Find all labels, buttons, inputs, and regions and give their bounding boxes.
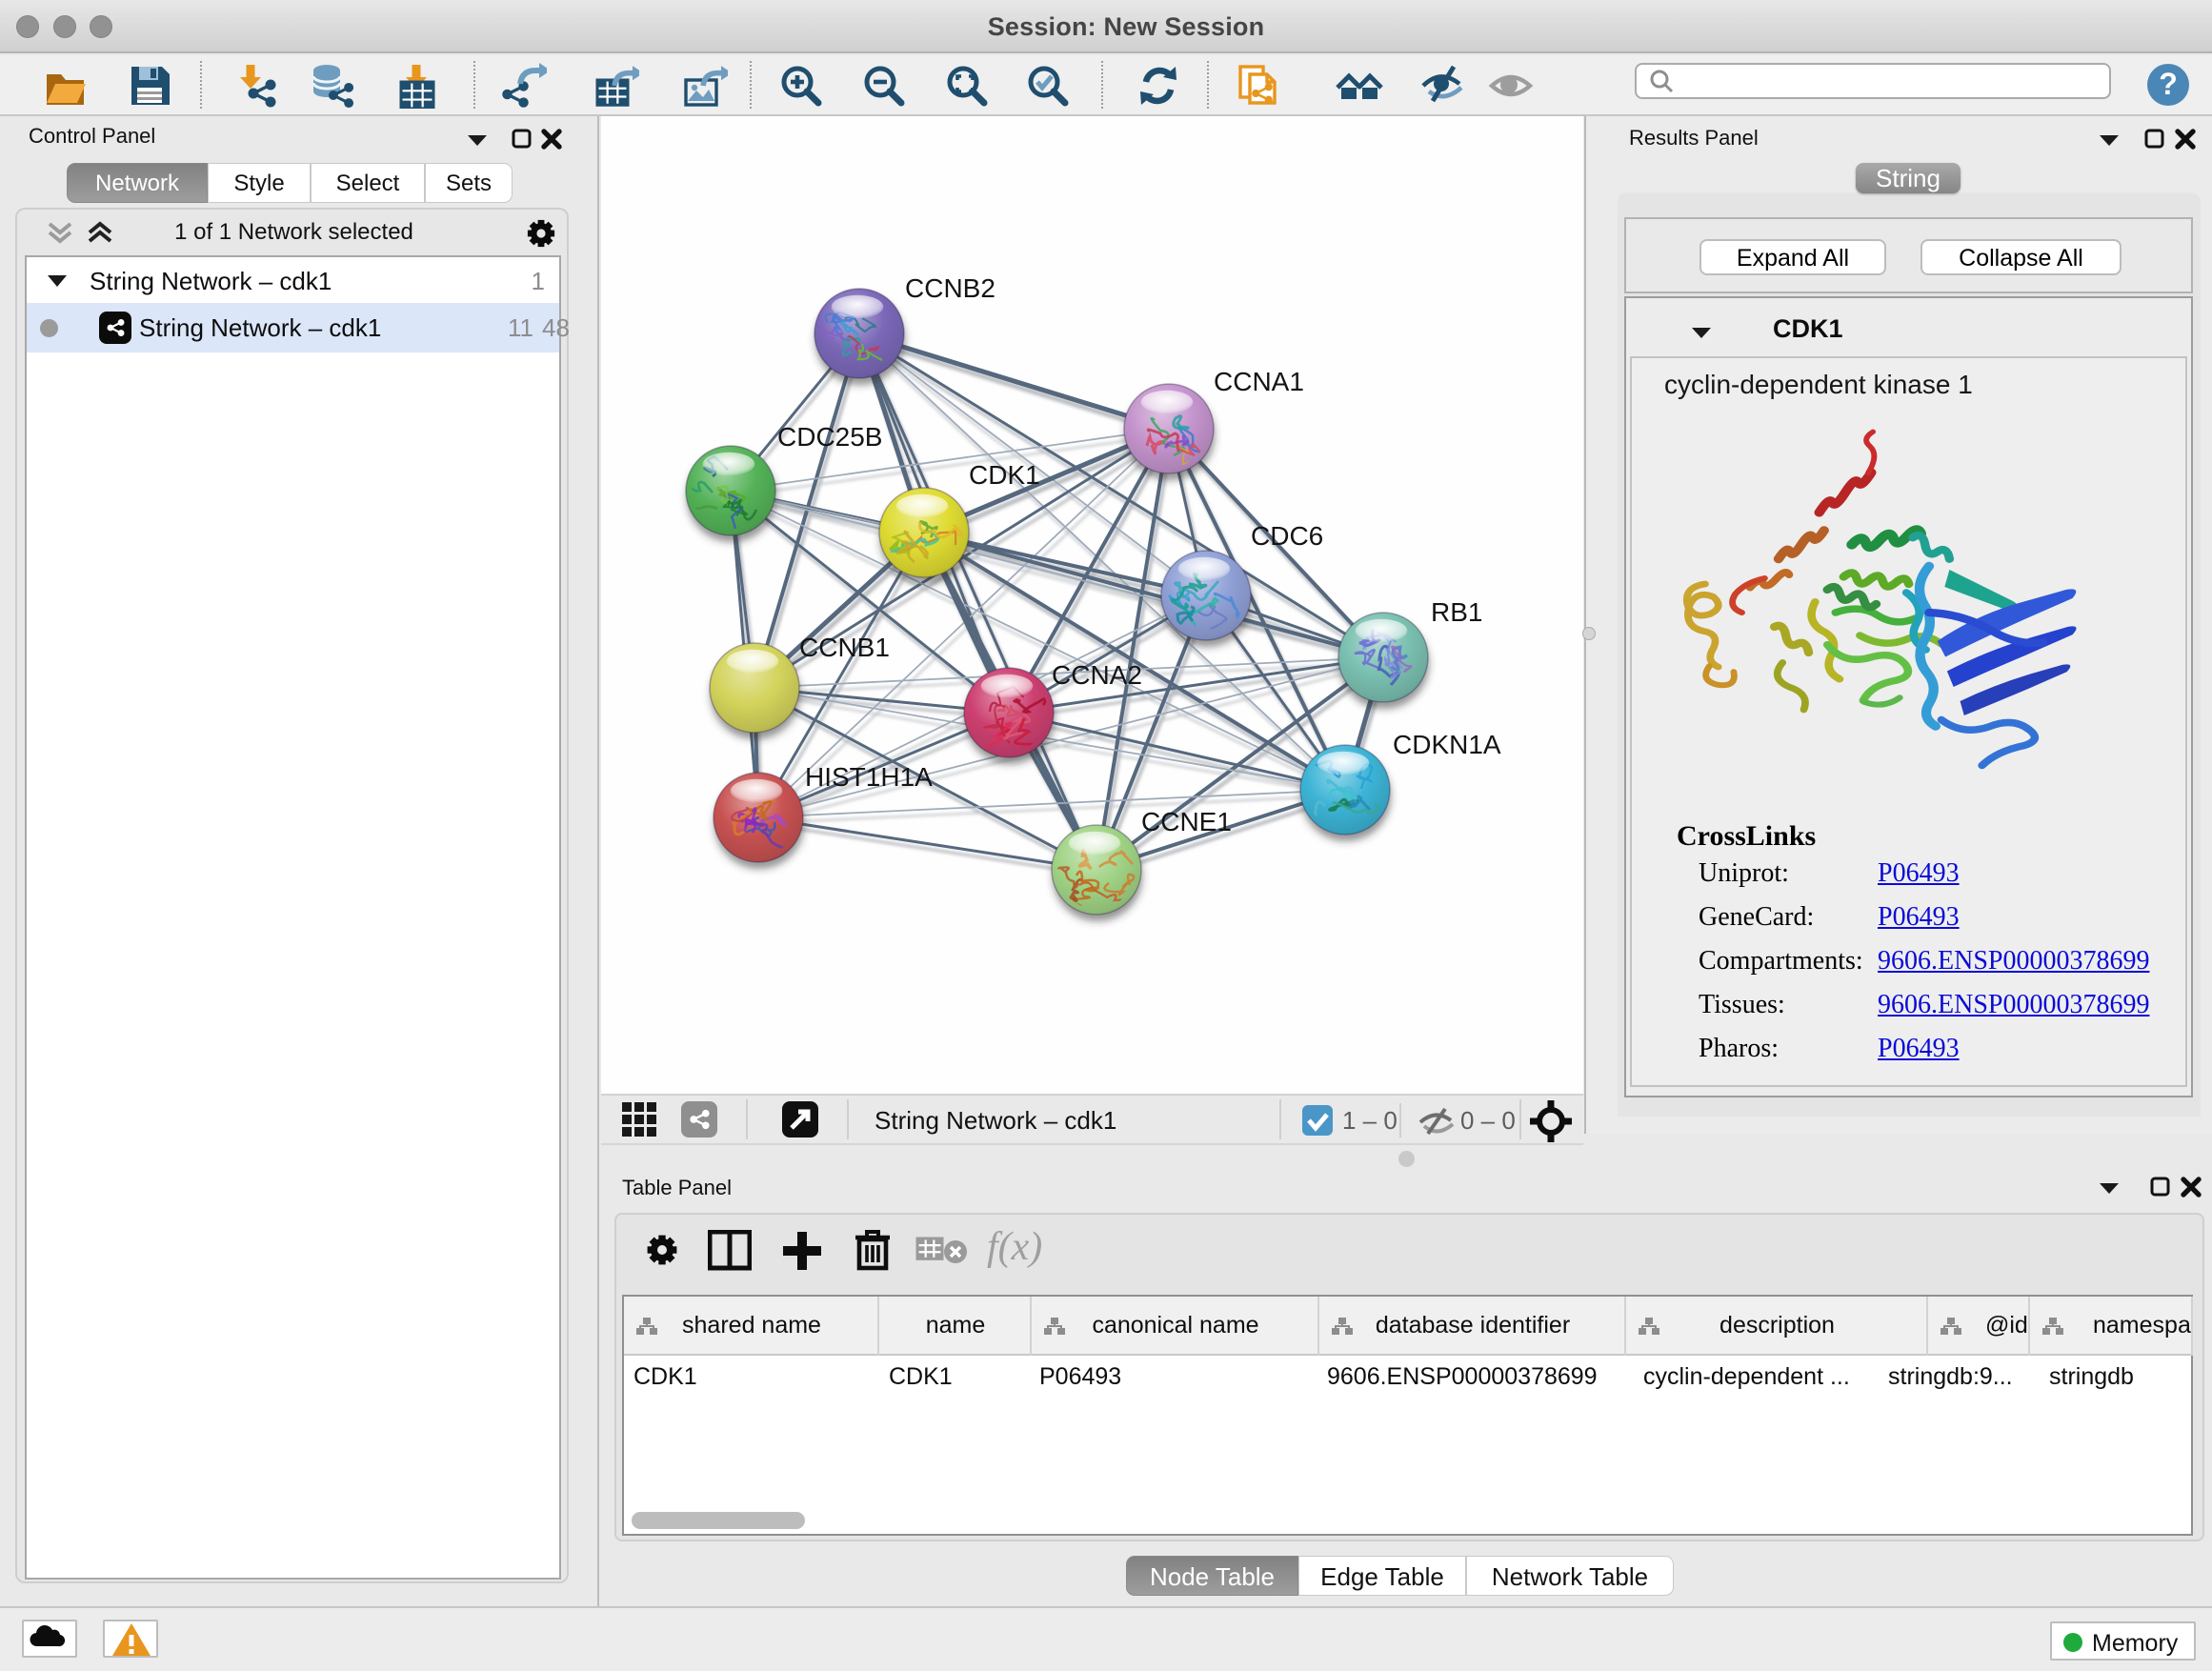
svg-text:CCNB1: CCNB1 <box>799 633 890 662</box>
svg-text:CCNA1: CCNA1 <box>1214 367 1304 396</box>
svg-text:CCNB2: CCNB2 <box>905 273 995 303</box>
svg-text:CDC6: CDC6 <box>1251 521 1323 551</box>
svg-text:CCNA2: CCNA2 <box>1052 660 1142 690</box>
svg-text:HIST1H1A: HIST1H1A <box>805 762 933 792</box>
svg-text:RB1: RB1 <box>1431 597 1482 627</box>
svg-text:CDK1: CDK1 <box>969 460 1040 490</box>
svg-text:CDKN1A: CDKN1A <box>1393 730 1501 759</box>
svg-text:CDC25B: CDC25B <box>777 422 882 452</box>
svg-text:CCNE1: CCNE1 <box>1141 807 1232 836</box>
svg-text:?: ? <box>2159 67 2178 101</box>
